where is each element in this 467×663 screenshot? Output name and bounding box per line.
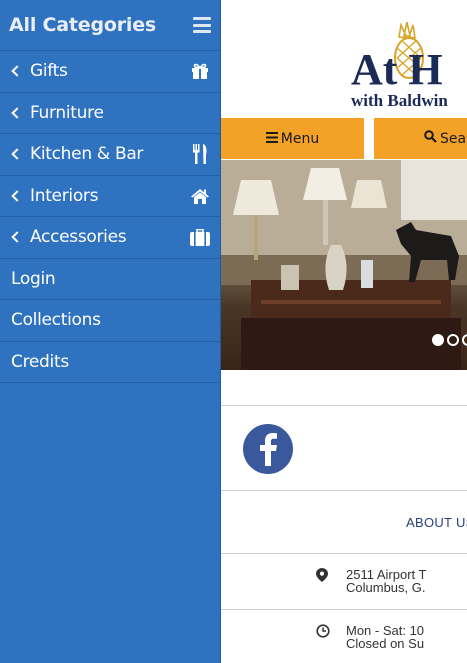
hamburger-menu-icon[interactable] <box>193 17 211 33</box>
drawer-item-gifts[interactable]: Gifts <box>0 51 220 93</box>
bars-icon <box>265 131 278 147</box>
briefcase-icon <box>190 228 210 246</box>
gift-icon <box>190 62 210 80</box>
address-row: 2511 Airport T Columbus, G. <box>316 568 426 594</box>
hours-row: Mon - Sat: 10 Closed on Su <box>316 624 424 650</box>
drawer-item-label: Accessories <box>30 227 127 248</box>
drawer-item-furniture[interactable]: Furniture <box>0 93 220 134</box>
map-marker-icon <box>316 568 330 582</box>
logo-subtitle: with Baldwin <box>351 91 448 110</box>
slide-dot-2[interactable] <box>447 334 459 346</box>
divider <box>221 553 467 554</box>
search-icon <box>424 130 437 147</box>
pineapple-logo-icon: At H with Baldwin <box>351 21 448 110</box>
menu-button[interactable]: Menu <box>221 118 364 159</box>
address-text: 2511 Airport T Columbus, G. <box>346 568 426 594</box>
drawer-item-interiors[interactable]: Interiors <box>0 176 220 217</box>
drawer-item-label: Credits <box>11 351 69 372</box>
drawer-item-label: Gifts <box>30 61 68 82</box>
category-drawer: All Categories Gifts Furniture Kitchen &… <box>0 0 221 663</box>
drawer-item-login[interactable]: Login <box>0 259 220 300</box>
page-content: At H with Baldwin Menu Sear <box>221 0 467 663</box>
chevron-left-icon <box>11 65 23 77</box>
drawer-item-label: Furniture <box>30 102 104 123</box>
hero-slideshow[interactable] <box>221 160 467 370</box>
drawer-title: All Categories <box>9 14 157 36</box>
address-line-2: Columbus, G. <box>346 580 426 595</box>
hours-line-2: Closed on Su <box>346 636 425 651</box>
drawer-item-label: Collections <box>11 310 101 331</box>
about-us-link[interactable]: ABOUT US <box>406 515 467 530</box>
drawer-item-collections[interactable]: Collections <box>0 300 220 342</box>
drawer-item-credits[interactable]: Credits <box>0 342 220 383</box>
logo-wordmark: At H <box>351 45 443 94</box>
drawer-header: All Categories <box>0 0 220 51</box>
site-logo[interactable]: At H with Baldwin <box>221 0 467 117</box>
drawer-item-label: Kitchen & Bar <box>30 144 144 165</box>
home-icon <box>190 187 210 205</box>
search-button[interactable]: Sear <box>374 118 467 159</box>
drawer-item-label: Login <box>11 268 56 289</box>
drawer-item-kitchen-bar[interactable]: Kitchen & Bar <box>0 134 220 176</box>
facebook-icon <box>260 433 277 466</box>
slide-dot-3[interactable] <box>462 334 467 346</box>
chevron-left-icon <box>11 231 23 243</box>
divider <box>221 609 467 610</box>
hours-text: Mon - Sat: 10 Closed on Su <box>346 624 424 650</box>
drawer-item-label: Interiors <box>30 185 99 206</box>
menu-button-label: Menu <box>280 130 320 147</box>
search-button-label: Sear <box>440 130 467 147</box>
slideshow-dots <box>432 334 467 346</box>
chevron-left-icon <box>11 148 23 160</box>
showroom-photo <box>221 160 467 370</box>
divider <box>221 405 467 406</box>
drawer-item-accessories[interactable]: Accessories <box>0 217 220 259</box>
facebook-link[interactable] <box>243 424 293 474</box>
chevron-left-icon <box>11 190 23 202</box>
divider <box>221 490 467 491</box>
clock-icon <box>316 624 330 638</box>
nav-row: Menu Sear <box>221 118 467 160</box>
chevron-left-icon <box>11 107 23 119</box>
slide-dot-1[interactable] <box>432 334 444 346</box>
utensils-icon <box>190 144 210 165</box>
